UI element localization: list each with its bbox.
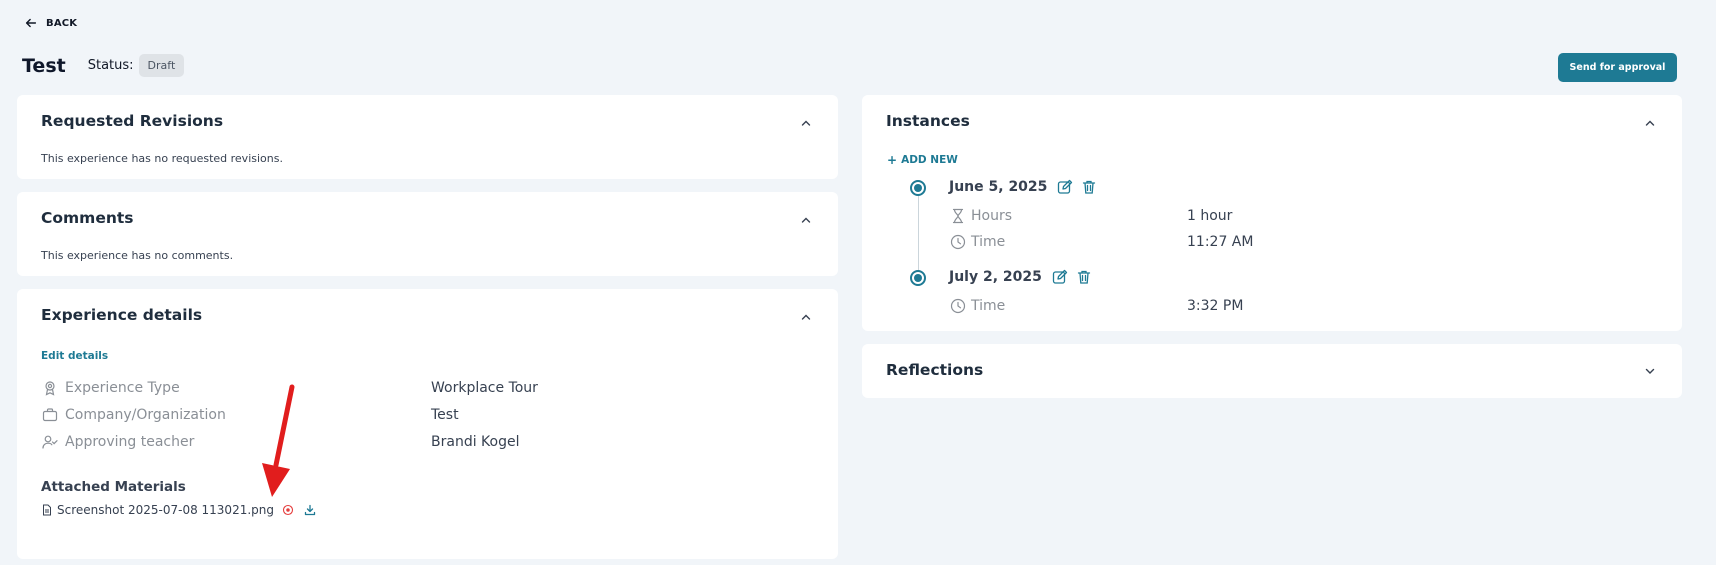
status: Status: Draft (88, 54, 185, 77)
instance-date: July 2, 2025 (949, 269, 1092, 285)
chevron-up-icon[interactable] (800, 311, 812, 323)
comments-empty-text: This experience has no comments. (41, 249, 234, 262)
reflections-title: Reflections (886, 361, 984, 379)
chevron-down-icon[interactable] (1644, 365, 1656, 377)
revisions-empty-text: This experience has no requested revisio… (41, 152, 283, 165)
file-icon (43, 504, 51, 516)
download-icon[interactable] (304, 504, 316, 516)
status-label: Status: (87, 58, 134, 73)
annotation-arrow (262, 384, 295, 497)
reflections-card[interactable]: Reflections (862, 344, 1682, 398)
instance-row-hours: Hours 1 hour (949, 207, 1232, 225)
briefcase-icon (41, 406, 59, 424)
timeline-dot (910, 180, 926, 196)
plus-icon: + (887, 153, 898, 167)
chevron-up-icon[interactable] (800, 214, 812, 226)
add-new-label: ADD NEW (901, 154, 958, 166)
instances-card: Instances + ADD NEW June 5, 2025 Hours 1… (862, 95, 1682, 331)
instance-date: June 5, 2025 (949, 179, 1097, 195)
attachment-item: Screenshot 2025-07-08 113021.png (41, 503, 316, 517)
timeline-line (918, 193, 919, 273)
edit-icon[interactable] (1057, 179, 1073, 195)
send-for-approval-button[interactable]: Send for approval (1558, 53, 1677, 82)
user-check-icon (41, 433, 59, 451)
comments-card: Comments This experience has no comments… (17, 192, 838, 276)
experience-details-title: Experience details (41, 306, 203, 324)
trash-icon[interactable] (1076, 269, 1092, 285)
experience-details-card: Experience details Edit details Experien… (17, 289, 838, 559)
award-icon (41, 379, 59, 397)
edit-icon[interactable] (1052, 269, 1068, 285)
instance-value: 3:32 PM (1187, 298, 1244, 314)
instance-value: 11:27 AM (1187, 234, 1254, 250)
add-new-button[interactable]: + ADD NEW (887, 153, 958, 167)
attachment-name[interactable]: Screenshot 2025-07-08 113021.png (57, 503, 274, 517)
instance-row-time: Time 11:27 AM (949, 233, 1253, 251)
status-badge: Draft (138, 54, 185, 77)
instance-date-text: July 2, 2025 (949, 269, 1042, 285)
revisions-title: Requested Revisions (41, 112, 224, 130)
timeline-dot (910, 270, 926, 286)
instance-label: Time (971, 298, 1006, 314)
chevron-up-icon[interactable] (800, 117, 812, 129)
edit-details-link[interactable]: Edit details (41, 350, 108, 362)
remove-icon[interactable] (282, 504, 294, 516)
attached-materials-title: Attached Materials (41, 479, 186, 495)
instance-label: Time (971, 234, 1006, 250)
chevron-up-icon[interactable] (1644, 117, 1656, 129)
arrow-left-icon (25, 18, 37, 28)
hourglass-icon (949, 207, 967, 225)
trash-icon[interactable] (1081, 179, 1097, 195)
instance-date-text: June 5, 2025 (949, 179, 1048, 195)
back-link[interactable]: BACK (24, 16, 77, 30)
detail-value: Workplace Tour (431, 380, 538, 396)
page-header: Test Status: Draft (22, 54, 185, 77)
clock-icon (949, 297, 967, 315)
instance-row-time: Time 3:32 PM (949, 297, 1243, 315)
instances-title: Instances (886, 112, 970, 130)
instance-value: 1 hour (1187, 208, 1233, 224)
comments-title: Comments (41, 209, 134, 227)
page-title: Test (22, 54, 66, 77)
detail-value: Test (431, 407, 459, 423)
back-label: BACK (46, 17, 78, 29)
revisions-card: Requested Revisions This experience has … (17, 95, 838, 179)
detail-value: Brandi Kogel (431, 434, 520, 450)
instance-label: Hours (971, 208, 1013, 224)
clock-icon (949, 233, 967, 251)
